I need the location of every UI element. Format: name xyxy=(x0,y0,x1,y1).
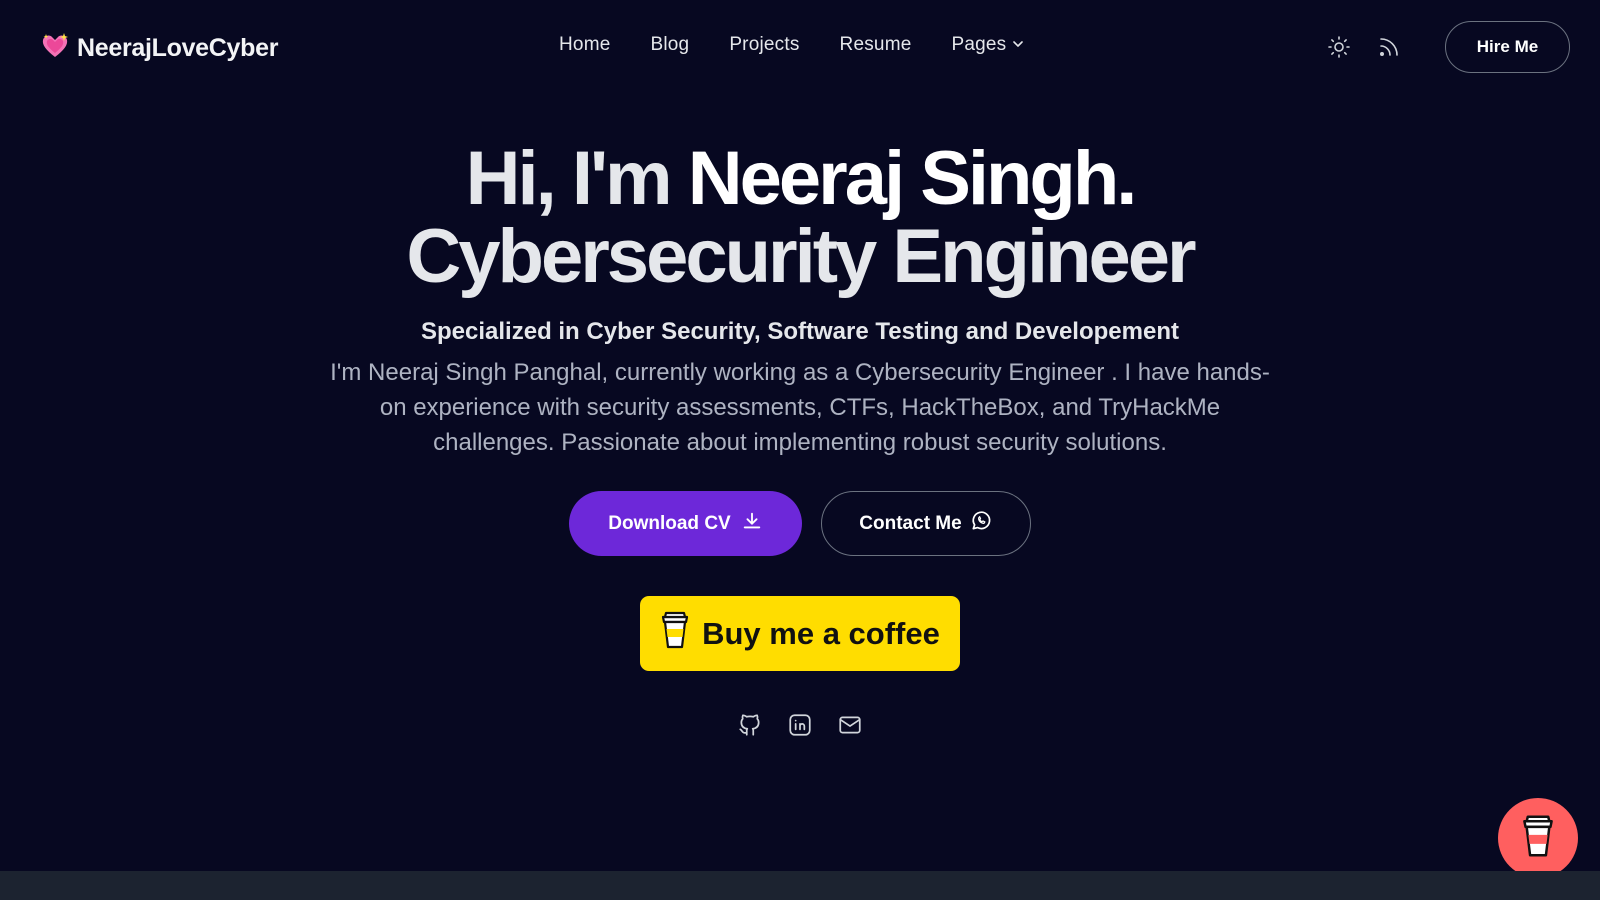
floating-coffee-button[interactable] xyxy=(1498,798,1578,878)
nav-projects[interactable]: Projects xyxy=(729,34,799,56)
nav-home[interactable]: Home xyxy=(559,34,610,56)
main-nav: Home Blog Projects Resume Pages xyxy=(559,34,1024,56)
download-cv-button[interactable]: Download CV xyxy=(569,491,802,556)
sun-icon[interactable] xyxy=(1325,33,1353,61)
download-icon xyxy=(741,510,763,538)
navbar: NeerajLoveCyber Home Blog Projects Resum… xyxy=(0,0,1600,95)
hero-title: Hi, I'm Neeraj Singh. Cybersecurity Engi… xyxy=(0,140,1600,296)
hero-description: I'm Neeraj Singh Panghal, currently work… xyxy=(330,359,1270,456)
whatsapp-icon xyxy=(970,509,993,538)
contact-me-button[interactable]: Contact Me xyxy=(821,491,1031,556)
coffee-label: Buy me a coffee xyxy=(702,615,940,651)
hire-me-button[interactable]: Hire Me xyxy=(1445,21,1570,73)
social-links xyxy=(0,711,1600,739)
hero-title-prefix: Hi, I'm xyxy=(465,136,688,221)
hero-title-role: Cybersecurity Engineer xyxy=(406,214,1196,299)
coffee-cup-icon xyxy=(660,610,690,658)
github-icon[interactable] xyxy=(736,711,764,739)
bottom-banner xyxy=(0,871,1600,900)
buy-me-a-coffee-button[interactable]: Buy me a coffee xyxy=(640,596,960,671)
rss-icon[interactable] xyxy=(1375,33,1403,61)
sparkle-heart-icon xyxy=(40,31,70,66)
nav-pages-label: Pages xyxy=(951,34,1007,55)
brand-name: NeerajLoveCyber xyxy=(77,33,279,62)
chevron-down-icon xyxy=(1012,34,1024,56)
brand-logo[interactable]: NeerajLoveCyber xyxy=(40,31,278,65)
mail-icon[interactable] xyxy=(836,711,864,739)
download-cv-label: Download CV xyxy=(608,512,731,534)
linkedin-icon[interactable] xyxy=(786,711,814,739)
nav-resume[interactable]: Resume xyxy=(840,34,912,56)
contact-me-label: Contact Me xyxy=(859,512,962,534)
nav-blog[interactable]: Blog xyxy=(650,34,689,56)
nav-pages-dropdown[interactable]: Pages xyxy=(952,34,1025,56)
coffee-cup-icon xyxy=(1521,813,1555,864)
hero-subtitle: Specialized in Cyber Security, Software … xyxy=(421,318,1179,345)
hero-title-name: Neeraj Singh. xyxy=(687,136,1138,221)
